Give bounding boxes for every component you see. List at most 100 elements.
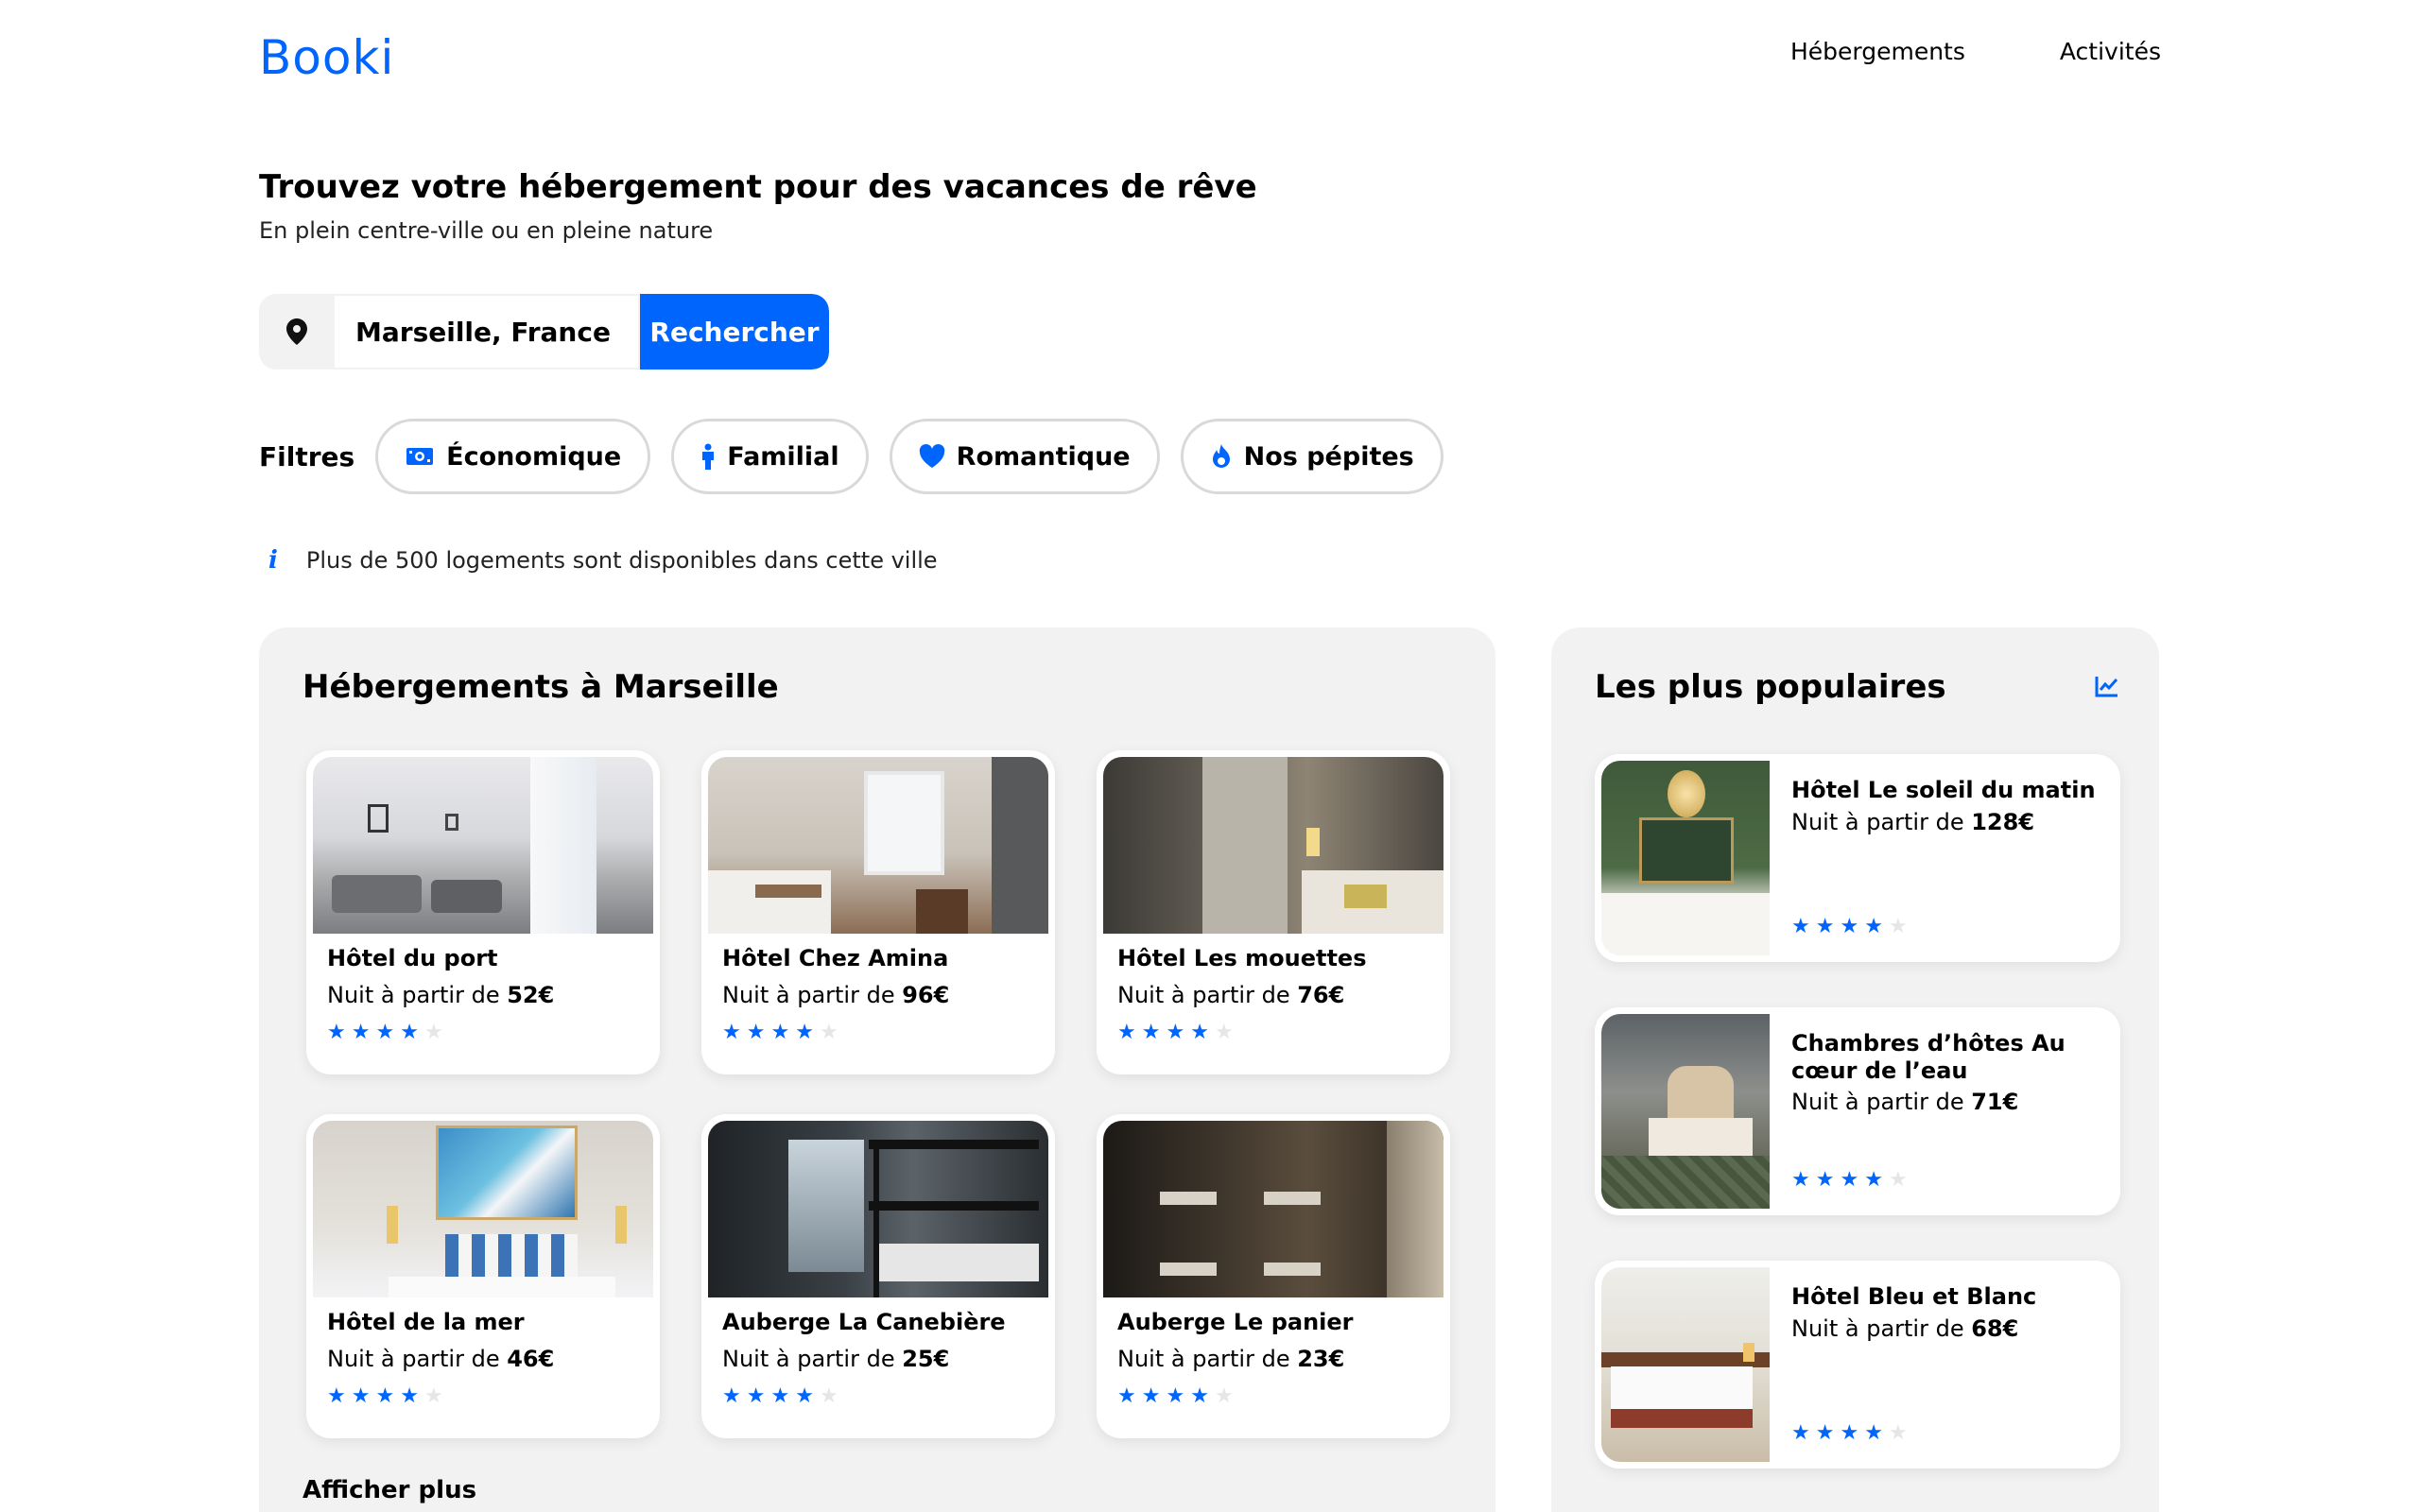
header: Booki Hébergements Activités [259,30,2161,96]
star-icon: ★ [1166,1021,1185,1044]
search-bar: Rechercher [259,294,829,369]
star-icon: ★ [1190,1384,1209,1408]
nav-activites[interactable]: Activités [2060,38,2161,65]
star-icon: ★ [1864,1168,1883,1192]
hotel-card[interactable]: Hôtel de la mer Nuit à partir de 46€ ★ ★ ★… [306,1114,660,1438]
show-more-link[interactable]: Afficher plus [302,1476,476,1504]
star-icon: ★ [351,1021,371,1044]
rating-stars: ★ ★ ★ ★ ★ [327,1022,443,1043]
filter-label: Nos pépites [1243,441,1414,472]
star-icon: ★ [795,1384,814,1408]
filter-nos-pepites[interactable]: Nos pépites [1180,419,1443,494]
rating-stars: ★ ★ ★ ★ ★ [1117,1022,1234,1043]
star-icon: ★ [1888,1421,1908,1445]
filter-familial[interactable]: Familial [671,419,869,494]
hotel-photo [1601,1267,1770,1462]
booki-page: Booki Hébergements Activités Trouvez vot… [0,0,2420,1512]
popular-card[interactable]: Chambres d’hôtes Au cœur de l’eau Nuit à… [1595,1007,2120,1215]
filters-bar: Filtres Économique Familial Romantique N… [259,419,1464,494]
star-icon: ★ [1141,1384,1161,1408]
location-pin-icon [259,294,335,369]
hotel-card[interactable]: Auberge La Canebière Nuit à partir de 25… [701,1114,1055,1438]
star-icon: ★ [1791,1168,1810,1192]
rating-stars: ★ ★ ★ ★ ★ [722,1022,838,1043]
filter-label: Familial [727,441,839,472]
trend-chart-icon [2095,675,2119,701]
hotel-price: Nuit à partir de 76€ [1117,982,1345,1008]
star-icon: ★ [351,1384,371,1408]
hotel-name: Hôtel du port [327,945,498,971]
hotel-price: Nuit à partir de 68€ [1791,1315,2019,1342]
page-subtitle: En plein centre-ville ou en pleine natur… [259,217,714,244]
popular-title: Les plus populaires [1595,668,1946,706]
heart-icon [919,444,945,469]
hotel-price: Nuit à partir de 52€ [327,982,555,1008]
star-icon: ★ [1791,1421,1810,1445]
popular-card[interactable]: Hôtel Le soleil du matin Nuit à partir d… [1595,754,2120,962]
star-icon: ★ [1840,1421,1859,1445]
filter-label: Romantique [956,441,1131,472]
hotel-price: Nuit à partir de 96€ [722,982,950,1008]
hotel-photo [708,757,1048,934]
info-banner: i Plus de 500 logements sont disponibles… [268,546,938,575]
star-icon: ★ [1864,915,1883,938]
star-icon: ★ [375,1384,395,1408]
rating-stars: ★ ★ ★ ★ ★ [327,1386,443,1407]
hotel-price: Nuit à partir de 71€ [1791,1089,2019,1115]
star-icon: ★ [1117,1021,1136,1044]
hotel-photo [1103,1121,1443,1297]
star-icon: ★ [1815,915,1835,938]
star-icon: ★ [375,1021,395,1044]
star-icon: ★ [1190,1021,1209,1044]
hotel-card[interactable]: Auberge Le panier Nuit à partir de 23€ ★… [1097,1114,1450,1438]
rating-stars: ★ ★ ★ ★ ★ [1117,1386,1234,1407]
star-icon: ★ [1864,1421,1883,1445]
star-icon: ★ [1791,915,1810,938]
nav-hebergements[interactable]: Hébergements [1790,38,1965,65]
star-icon: ★ [819,1021,838,1044]
popular-card[interactable]: Hôtel Bleu et Blanc Nuit à partir de 68€… [1595,1261,2120,1469]
star-icon: ★ [400,1021,419,1044]
money-icon [405,445,435,468]
fire-icon [1210,443,1233,470]
star-icon: ★ [1214,1384,1234,1408]
hotel-photo [1601,761,1770,955]
booki-logo[interactable]: Booki [259,30,394,85]
hotel-card[interactable]: Hôtel Chez Amina Nuit à partir de 96€ ★ ★… [701,750,1055,1074]
star-icon: ★ [1888,915,1908,938]
hotel-price: Nuit à partir de 128€ [1791,809,2035,835]
star-icon: ★ [1141,1021,1161,1044]
star-icon: ★ [722,1384,741,1408]
rating-stars: ★ ★ ★ ★ ★ [1791,1423,1908,1444]
page-title: Trouvez votre hébergement pour des vacan… [259,168,1257,206]
filter-romantique[interactable]: Romantique [889,419,1160,494]
hotel-name: Hôtel de la mer [327,1309,525,1335]
accommodations-panel: Hébergements à Marseille Hôtel du port N… [259,627,1495,1512]
filters-label: Filtres [259,440,355,472]
star-icon: ★ [327,1021,346,1044]
hotel-photo [1601,1014,1770,1209]
star-icon: ★ [1888,1168,1908,1192]
hotel-name: Auberge Le panier [1117,1309,1354,1335]
hotel-name: Hôtel Chez Amina [722,945,949,971]
hotel-name: Hôtel Bleu et Blanc [1791,1283,2037,1310]
star-icon: ★ [770,1384,790,1408]
info-icon: i [268,546,278,575]
star-icon: ★ [819,1384,838,1408]
hotel-name: Auberge La Canebière [722,1309,1006,1335]
hotel-card[interactable]: Hôtel Les mouettes Nuit à partir de 76€ … [1097,750,1450,1074]
hotel-price: Nuit à partir de 23€ [1117,1346,1345,1372]
hotel-card[interactable]: Hôtel du port Nuit à partir de 52€ ★ ★ ★ ★ ★ [306,750,660,1074]
star-icon: ★ [1840,915,1859,938]
hotel-photo [1103,757,1443,934]
rating-stars: ★ ★ ★ ★ ★ [722,1386,838,1407]
hotel-price: Nuit à partir de 25€ [722,1346,950,1372]
hotel-name: Hôtel Le soleil du matin [1791,777,2096,803]
search-input[interactable] [335,294,640,369]
star-icon: ★ [327,1384,346,1408]
filter-economique[interactable]: Économique [375,419,651,494]
search-button[interactable]: Rechercher [640,294,829,369]
star-icon: ★ [746,1021,766,1044]
star-icon: ★ [424,1384,443,1408]
info-text: Plus de 500 logements sont disponibles d… [305,547,938,574]
